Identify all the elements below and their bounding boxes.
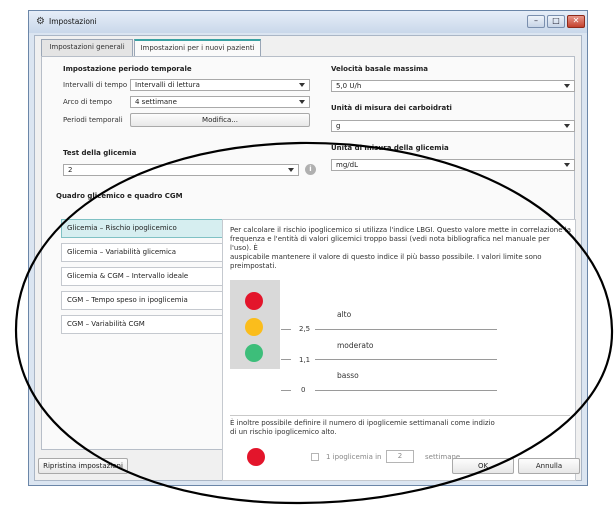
- annotation-ellipse: [14, 141, 614, 505]
- annotation-ellipse-path: [14, 141, 614, 505]
